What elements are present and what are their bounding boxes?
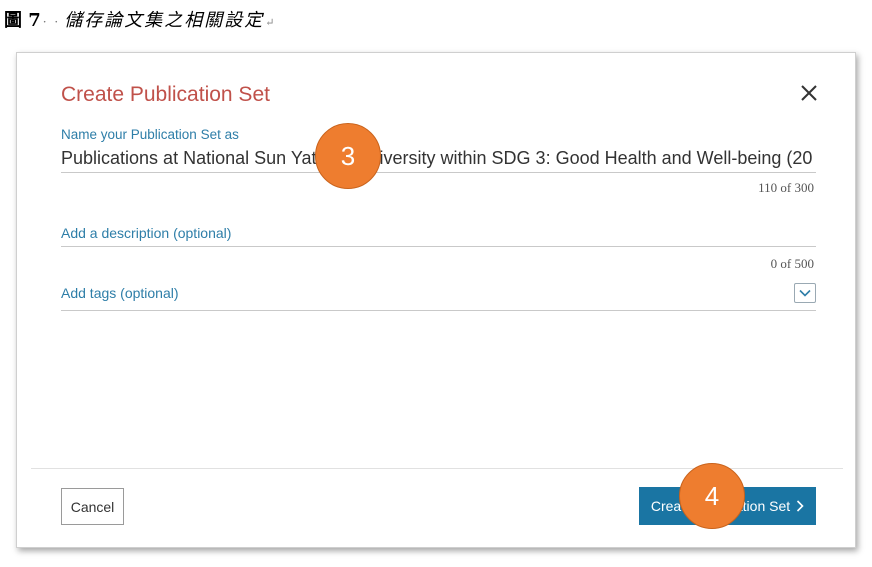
close-icon — [801, 85, 817, 101]
name-field-label: Name your Publication Set as — [61, 127, 239, 142]
figure-title: 儲存論文集之相關設定 — [64, 10, 265, 31]
name-char-counter: 110 of 300 — [758, 180, 814, 195]
tags-placeholder: Add tags (optional) — [61, 285, 179, 301]
description-placeholder: Add a description (optional) — [61, 225, 232, 241]
tags-field[interactable]: Add tags (optional) — [61, 283, 816, 311]
description-field[interactable]: Add a description (optional) — [61, 223, 816, 247]
figure-label: 圖 7 — [4, 10, 41, 31]
step-3-callout: 3 — [315, 123, 381, 189]
chevron-right-icon — [797, 500, 804, 512]
figure-caption: 圖 7 · · 儲存論文集之相關設定 ↵ — [4, 6, 274, 32]
step-4-callout: 4 — [679, 463, 745, 529]
dialog-title: Create Publication Set — [61, 83, 270, 106]
cancel-button[interactable]: Cancel — [61, 488, 124, 525]
paragraph-mark: ↵ — [265, 16, 275, 29]
publication-set-name-input[interactable] — [61, 145, 816, 173]
create-publication-set-dialog: Create Publication Set Name your Publica… — [16, 52, 856, 548]
description-char-counter: 0 of 500 — [770, 256, 814, 271]
chevron-down-icon — [799, 289, 811, 297]
close-button[interactable] — [797, 81, 821, 105]
tags-dropdown-toggle[interactable] — [794, 283, 816, 303]
figure-dots: · · — [42, 15, 61, 29]
